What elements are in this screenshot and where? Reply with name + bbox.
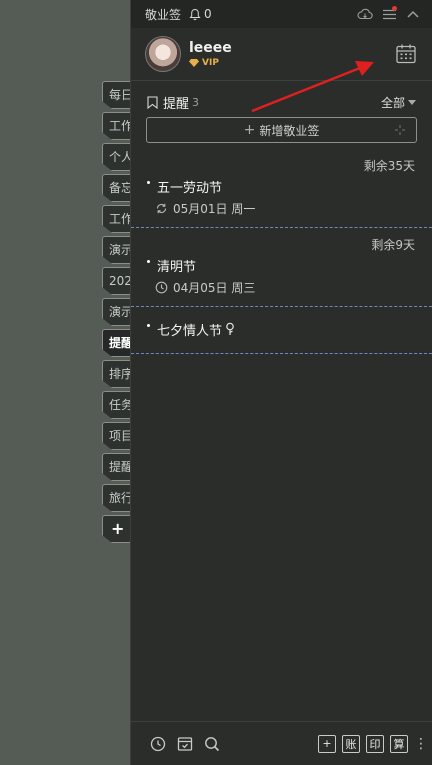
reminder-list: 剩余35天 五一劳动节 05月01日 周一 剩余9天 清明节 04月05日 周三	[131, 157, 432, 354]
user-meta: leeee VIP	[189, 40, 232, 68]
history-button[interactable]	[149, 735, 167, 753]
archive-check-icon	[177, 736, 193, 751]
cloud-icon	[357, 8, 373, 20]
search-button[interactable]	[203, 735, 221, 753]
vip-badge: VIP	[189, 58, 232, 68]
item-title-row: 清明节	[147, 254, 415, 276]
bullet-dot	[147, 180, 150, 184]
calculator-button[interactable]: 算	[390, 734, 408, 753]
print-button[interactable]: 印	[366, 734, 384, 753]
remaining-days: 剩余9天	[371, 238, 415, 252]
bottom-toolbar: + 账 印 算 ⋮	[131, 721, 432, 765]
app-title: 敬业签	[145, 7, 182, 22]
add-note-label: 新增敬业签	[259, 123, 320, 138]
notification-count: 0	[204, 7, 212, 21]
vip-label: VIP	[202, 58, 219, 68]
list-item[interactable]: 剩余35天 五一劳动节 05月01日 周一	[131, 157, 432, 228]
item-date: 04月05日 周三	[173, 280, 256, 295]
chevron-up-icon	[407, 10, 419, 18]
more-options-button[interactable]: ⋮	[414, 737, 428, 751]
cloud-sync-button[interactable]	[356, 5, 374, 23]
caret-down-icon	[408, 99, 416, 105]
item-title: 七夕情人节	[157, 323, 223, 339]
menu-button[interactable]	[380, 5, 398, 23]
list-item[interactable]: 七夕情人节	[131, 317, 432, 354]
item-title: 清明节	[157, 259, 197, 275]
plus-icon: +	[243, 122, 256, 138]
section-title: 提醒	[163, 96, 190, 112]
list-item[interactable]: 剩余9天 清明节 04月05日 周三	[131, 236, 432, 307]
history-clock-icon	[150, 736, 166, 751]
done-box-button[interactable]	[176, 735, 194, 753]
collapse-button[interactable]	[404, 5, 422, 23]
main-panel: 敬业签 0 leeee VIP 提醒 3 全部 + 新增敬业签 剩余35天 五一…	[130, 0, 432, 765]
section-count: 3	[192, 95, 200, 109]
diamond-icon	[189, 59, 199, 67]
avatar[interactable]	[145, 36, 181, 72]
new-message-dot	[392, 6, 397, 11]
item-title-row: 五一劳动节	[147, 175, 415, 197]
search-icon	[205, 736, 220, 751]
user-profile: leeee VIP	[131, 28, 432, 80]
notification-bell[interactable]: 0	[189, 7, 212, 21]
item-title-row: 七夕情人节	[147, 317, 415, 341]
item-date-row: 04月05日 周三	[155, 276, 415, 298]
filter-dropdown[interactable]: 全部	[381, 94, 416, 111]
ledger-button[interactable]: 账	[342, 734, 360, 753]
item-date-row: 05月01日 周一	[155, 197, 415, 219]
title-bar: 敬业签 0	[131, 0, 432, 28]
add-box-button[interactable]: +	[318, 734, 336, 753]
remaining-days: 剩余35天	[363, 159, 415, 173]
rose-icon	[226, 322, 234, 335]
bullet-dot	[147, 323, 150, 327]
bell-icon	[189, 8, 201, 20]
section-header: 提醒 3 全部	[131, 81, 432, 113]
filter-label: 全部	[380, 95, 405, 110]
voice-input-icon[interactable]	[394, 124, 406, 136]
calendar-button[interactable]	[394, 42, 418, 66]
bookmark-icon	[147, 95, 158, 109]
add-note-button[interactable]: + 新增敬业签	[146, 117, 417, 143]
calendar-icon	[396, 44, 416, 64]
repeat-icon	[156, 203, 167, 213]
clock-icon	[155, 281, 168, 293]
item-title: 五一劳动节	[157, 180, 223, 196]
username: leeee	[189, 40, 232, 56]
item-date: 05月01日 周一	[173, 201, 256, 216]
bullet-dot	[147, 259, 150, 263]
